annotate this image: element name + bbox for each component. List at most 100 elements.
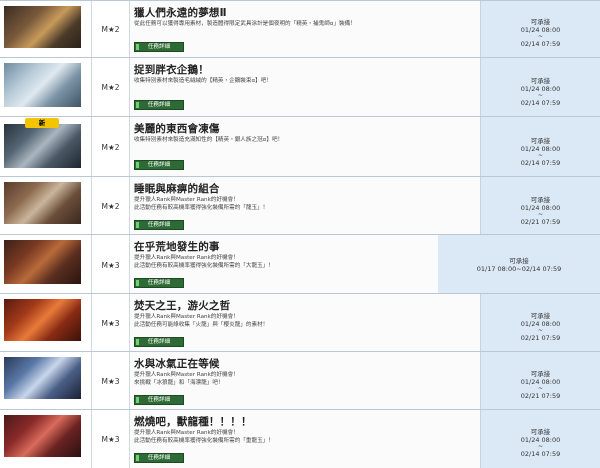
quest-title: 捉到胖衣企鵝！ [134, 64, 209, 76]
time-separator: ~ [537, 211, 544, 218]
quest-description: 從此任務可以獲得專用素材，製造體得限定武具涂計是個夜明的「精英・捕鬼師α」裝備！ [134, 20, 356, 28]
quest-rank: M★2 [101, 25, 120, 34]
status-text: 可承接 [530, 77, 551, 85]
info-cell: 在乎荒地發生的事 提升獵人Rank與Master Rank的好機會！ 此活動任務有… [130, 235, 438, 293]
quest-thumbnail[interactable] [4, 63, 81, 107]
rank-cell: M★2 [92, 58, 130, 116]
quest-thumbnail[interactable] [4, 299, 81, 341]
quest-details-button[interactable]: 任務詳細 [134, 278, 184, 288]
button-marker-icon [136, 222, 139, 228]
quest-thumbnail[interactable] [4, 415, 81, 457]
end-time: 02/14 07:59 [520, 99, 561, 107]
quest-description: 收集特別素材來製造毛絨絨的【精英・企鵝裝束α】吧！ [134, 77, 272, 85]
quest-title: 獵人們永遠的夢想Ⅱ [134, 7, 227, 19]
availability-cell: 可承接 01/24 08:00 ~ 02/14 07:59 [480, 410, 600, 468]
info-cell: 水與冰氣正在等候 提升獵人Rank與Master Rank的好機會！ 來挑戰「冰狼… [130, 352, 480, 409]
table-row: M★2 捉到胖衣企鵝！ 收集特別素材來製造毛絨絨的【精英・企鵝裝束α】吧！ 任務… [0, 58, 600, 117]
quest-rank: M★3 [101, 435, 120, 444]
button-label: 任務詳細 [147, 102, 171, 108]
info-cell: 獵人們永遠的夢想Ⅱ 從此任務可以獲得專用素材，製造體得限定武具涂計是個夜明的「精… [130, 1, 480, 57]
description-line: 提升獵人Rank與Master Rank的好機會！ [134, 372, 239, 378]
description-line: 此活動任務可能綠收集「火龍」與「櫻炎龍」的素材！ [134, 322, 269, 328]
time-separator: ~ [537, 33, 544, 40]
quest-description: 提升獵人Rank與Master Rank的好機會！ 此活動任務有較高機率獲得強化裝… [134, 429, 274, 445]
description-line: 提升獵人Rank與Master Rank的好機會！ [134, 197, 239, 203]
time-separator: ~ [537, 443, 544, 450]
thumbnail-cell: 新 [0, 117, 92, 176]
availability-cell: 可承接 01/24 08:00 ~ 02/14 07:59 [480, 58, 600, 116]
description-line: 來挑戰「冰狼龍」和「海漂龍」吧！ [134, 380, 224, 386]
availability-cell: 可承接 01/24 08:00 ~ 02/14 07:59 [480, 1, 600, 57]
button-marker-icon [136, 102, 139, 108]
quest-description: 提升獵人Rank與Master Rank的好機會！ 此活動任務有較高機率獲得強化裝… [134, 254, 274, 270]
status-text: 可承接 [530, 196, 551, 204]
quest-description: 收集特別素材來製造充滿知性的【精英・銀人族之冠α】吧！ [134, 136, 283, 144]
quest-details-button[interactable]: 任務詳細 [134, 160, 184, 170]
quest-thumbnail[interactable] [4, 357, 81, 399]
quest-details-button[interactable]: 任務詳細 [134, 100, 184, 110]
rank-cell: M★2 [92, 1, 130, 57]
button-label: 任務詳細 [147, 455, 171, 461]
quest-description: 提升獵人Rank與Master Rank的好機會！ 來挑戰「冰狼龍」和「海漂龍」吧… [134, 371, 239, 387]
quest-thumbnail[interactable] [4, 124, 81, 168]
button-marker-icon [136, 397, 139, 403]
quest-rank: M★2 [101, 202, 120, 211]
event-quest-table: M★2 獵人們永遠的夢想Ⅱ 從此任務可以獲得專用素材，製造體得限定武具涂計是個夜… [0, 0, 600, 468]
quest-thumbnail[interactable] [4, 182, 81, 224]
quest-title: 睡眠與麻痹的組合 [134, 183, 220, 195]
end-time: 02/14 07:59 [520, 159, 561, 167]
info-cell: 燃燒吧，獸龍種！！！！ 提升獵人Rank與Master Rank的好機會！ 此活動… [130, 410, 480, 468]
time-separator: ~ [537, 385, 544, 392]
quest-details-button[interactable]: 任務詳細 [134, 337, 184, 347]
description-line: 收集特別素材來製造充滿知性的【精英・銀人族之冠α】吧！ [134, 137, 284, 143]
end-time: 02/21 07:59 [520, 392, 561, 400]
thumbnail-cell [0, 235, 92, 293]
table-row: M★3 焚天之王，游火之哲 提升獵人Rank與Master Rank的好機會！ 此… [0, 294, 600, 352]
end-time: 02/21 07:59 [520, 334, 561, 342]
thumbnail-cell [0, 1, 92, 57]
button-label: 任務詳細 [147, 397, 171, 403]
quest-rank: M★3 [101, 377, 120, 386]
quest-rank: M★2 [101, 83, 120, 92]
quest-rank: M★3 [101, 319, 120, 328]
status-text: 可承接 [530, 312, 551, 320]
status-text: 可承接 [530, 370, 551, 378]
thumbnail-cell [0, 294, 92, 351]
description-line: 提升獵人Rank與Master Rank的好機會！ [134, 255, 239, 261]
quest-details-button[interactable]: 任務詳細 [134, 220, 184, 230]
rank-cell: M★2 [92, 177, 130, 234]
quest-description: 提升獵人Rank與Master Rank的好機會！ 此活動任務有較高機率獲得強化裝… [134, 196, 268, 212]
info-cell: 美麗的東西會凍傷 收集特別素材來製造充滿知性的【精英・銀人族之冠α】吧！ 任務詳… [130, 117, 480, 176]
time-range: 01/17 08:00~02/14 07:59 [476, 265, 562, 273]
quest-title: 焚天之王，游火之哲 [134, 300, 231, 312]
table-row: M★3 在乎荒地發生的事 提升獵人Rank與Master Rank的好機會！ 此活… [0, 235, 600, 294]
time-separator: ~ [537, 327, 544, 334]
end-time: 02/14 07:59 [520, 450, 561, 458]
button-marker-icon [136, 339, 139, 345]
info-cell: 焚天之王，游火之哲 提升獵人Rank與Master Rank的好機會！ 此活動任務… [130, 294, 480, 351]
availability-cell: 可承接 01/24 08:00 ~ 02/14 07:59 [480, 117, 600, 176]
quest-details-button[interactable]: 任務詳細 [134, 42, 184, 52]
info-cell: 睡眠與麻痹的組合 提升獵人Rank與Master Rank的好機會！ 此活動任務有… [130, 177, 480, 234]
quest-details-button[interactable]: 任務詳細 [134, 395, 184, 405]
quest-title: 美麗的東西會凍傷 [134, 123, 220, 135]
button-label: 任務詳細 [147, 339, 171, 345]
button-marker-icon [136, 280, 139, 286]
thumbnail-cell [0, 410, 92, 468]
quest-details-button[interactable]: 任務詳細 [134, 453, 184, 463]
availability-cell: 可承接 01/24 08:00 ~ 02/21 07:59 [480, 294, 600, 351]
description-line: 提升獵人Rank與Master Rank的好機會！ [134, 314, 239, 320]
end-time: 02/21 07:59 [520, 218, 561, 226]
availability-cell: 可承接 01/24 08:00 ~ 02/21 07:59 [480, 352, 600, 409]
new-badge: 新 [25, 118, 59, 128]
quest-title: 在乎荒地發生的事 [134, 241, 220, 253]
table-row: M★2 獵人們永遠的夢想Ⅱ 從此任務可以獲得專用素材，製造體得限定武具涂計是個夜… [0, 1, 600, 58]
status-text: 可承接 [509, 257, 529, 265]
description-line: 提升獵人Rank與Master Rank的好機會！ [134, 430, 239, 436]
status-text: 可承接 [530, 137, 551, 145]
quest-title: 水與冰氣正在等候 [134, 358, 220, 370]
quest-thumbnail[interactable] [4, 6, 81, 48]
button-marker-icon [136, 162, 139, 168]
availability-cell: 可承接 01/24 08:00 ~ 02/21 07:59 [480, 177, 600, 234]
quest-thumbnail[interactable] [4, 240, 81, 284]
